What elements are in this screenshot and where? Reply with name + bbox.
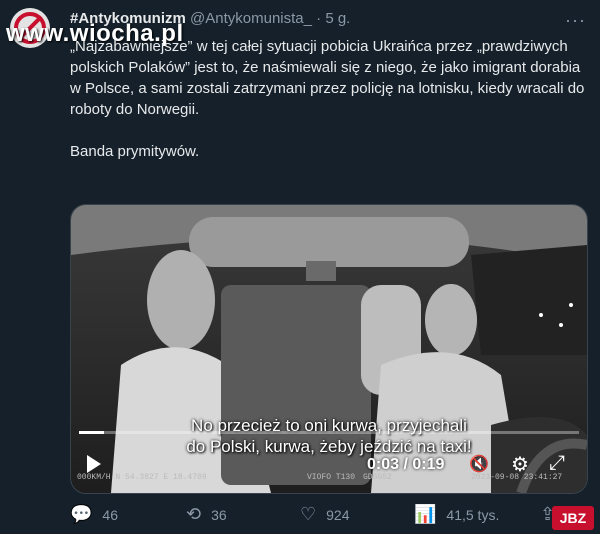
retweet-count: 36 xyxy=(211,506,227,523)
video-time-readout: 0:03 / 0:19 xyxy=(367,456,445,473)
retweet-icon: ⟲ xyxy=(186,504,202,524)
tweet-header: #Antykomunizm @Antykomunista_ · 5 g. xyxy=(70,10,350,30)
tweet-paragraph: Banda prymitywów. xyxy=(70,143,200,160)
play-icon[interactable] xyxy=(87,455,101,473)
like-button[interactable]: ♡ 924 xyxy=(300,504,350,525)
author-handle[interactable]: @Antykomunista_ xyxy=(190,10,312,27)
like-count: 924 xyxy=(326,506,350,523)
reply-icon: 💬 xyxy=(70,504,93,524)
tweet-time[interactable]: 5 g. xyxy=(325,10,350,27)
author-name[interactable]: #Antykomunizm xyxy=(70,10,186,27)
views-button[interactable]: 📊 41,5 tys. xyxy=(414,504,499,525)
separator-dot: · xyxy=(316,10,322,27)
tweet-actions: 💬 46 ⟲ 36 ♡ 924 📊 41,5 tys. ⇪ xyxy=(70,504,586,528)
dashcam-overlay-speed: 000KM/H N 54.3827 E 18.4709 xyxy=(77,473,207,482)
views-icon: 📊 xyxy=(414,504,437,524)
more-options-icon[interactable]: ··· xyxy=(565,10,586,31)
dashcam-overlay-gps: GD6G52 xyxy=(363,473,392,482)
fullscreen-icon[interactable]: ⤢ xyxy=(549,452,565,475)
views-count: 41,5 tys. xyxy=(446,506,500,523)
tweet[interactable]: www.wiocha.pl #Antykomunizm @Antykomunis… xyxy=(0,0,600,534)
video-subtitles: No przecież to oni kurwa, przyjechali do… xyxy=(71,415,587,457)
tweet-text: „Najzabawniejsze” w tej całej sytuacji p… xyxy=(70,36,585,162)
jbz-logo: JBZ xyxy=(552,506,594,530)
dashcam-overlay-model: VIOFO T130 xyxy=(307,473,356,482)
tweet-paragraph: „Najzabawniejsze” w tej całej sytuacji p… xyxy=(70,38,585,118)
reply-count: 46 xyxy=(102,506,118,523)
heart-icon: ♡ xyxy=(300,504,317,524)
video-progress-fill xyxy=(79,431,104,434)
video-progress-bar[interactable] xyxy=(79,431,579,434)
mute-icon[interactable]: 🔇 xyxy=(469,454,489,474)
video-player[interactable]: No przecież to oni kurwa, przyjechali do… xyxy=(70,204,588,494)
subtitle-line: do Polski, kurwa, żeby jeździć na taxi! xyxy=(186,437,472,456)
dashcam-overlay-date: 2023-09-08 23:41:27 xyxy=(471,473,563,482)
retweet-button[interactable]: ⟲ 36 xyxy=(186,504,227,525)
reply-button[interactable]: 💬 46 xyxy=(70,504,118,525)
